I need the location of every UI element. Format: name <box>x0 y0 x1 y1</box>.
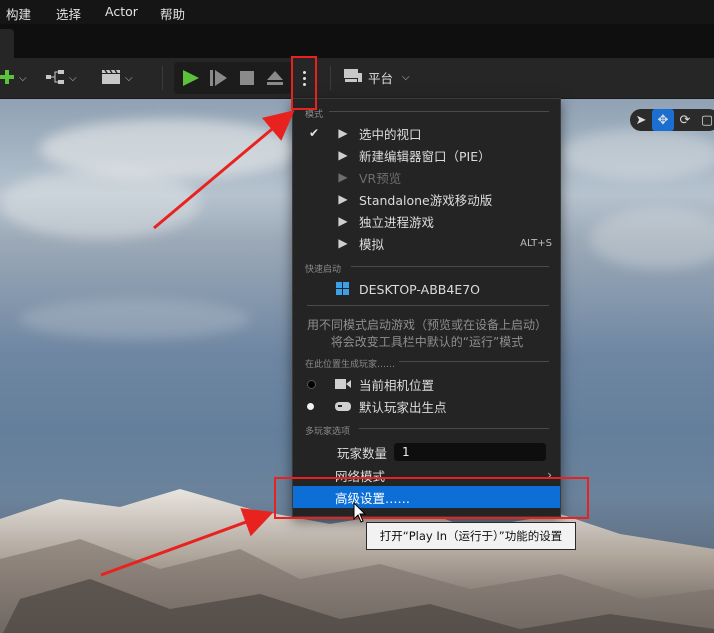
toolbar-divider <box>330 66 331 90</box>
menu-item-default-player-start[interactable]: 默认玩家出生点 <box>293 395 560 417</box>
menu-actor[interactable]: Actor <box>105 4 138 19</box>
menu-item-current-camera[interactable]: 当前相机位置 <box>293 373 560 395</box>
platform-label: 平台 <box>368 71 394 86</box>
camera-icon <box>335 376 351 392</box>
cinematics-icon <box>102 69 122 88</box>
cinematics-button[interactable]: ⌵ <box>102 68 133 88</box>
menu-bar: 构建 选择 Actor 帮助 <box>0 0 714 24</box>
players-label: 玩家数量 <box>337 445 388 461</box>
chevron-down-icon: ⌵ <box>125 72 133 84</box>
play-icon[interactable] <box>182 70 200 89</box>
play-options-menu: 模式 ✔ ▶ 选中的视口 ▶ 新建编辑器窗口（PIE） ▶ VR预览 ▶ Sta… <box>292 98 561 517</box>
chevron-down-icon: ⌵ <box>19 72 27 84</box>
annotation-box-more-options <box>291 56 317 110</box>
play-mode-hint: 用不同模式启动游戏（预览或在设备上启动）将会改变工具栏中默认的“运行”模式 <box>307 318 548 349</box>
number-of-players-input[interactable]: 1 <box>394 443 546 461</box>
windows-device-icon <box>335 281 351 297</box>
move-mode-icon[interactable]: ✥ <box>652 109 674 131</box>
vr-play-icon: ▶ <box>338 170 348 184</box>
divider <box>399 361 549 362</box>
select-mode-icon[interactable]: ➤ <box>630 109 652 131</box>
eject-icon[interactable] <box>266 70 284 89</box>
menu-item-vr-preview: ▶ VR预览 <box>293 166 560 188</box>
menu-item-label: 模拟 <box>359 236 385 252</box>
menu-item-quick-launch-device[interactable]: DESKTOP-ABB4E7O <box>293 278 560 300</box>
simulate-icon: ▶ <box>338 236 348 250</box>
divider <box>359 428 549 429</box>
cloud <box>0 169 200 239</box>
menu-item-label: 新建编辑器窗口（PIE） <box>359 148 491 164</box>
gamepad-icon <box>335 398 351 414</box>
menu-item-label: 独立进程游戏 <box>359 214 435 230</box>
divider <box>351 266 549 267</box>
cloud <box>20 299 250 339</box>
section-header-multiplayer: 多玩家选项 <box>305 427 351 437</box>
standalone-play-icon: ▶ <box>338 214 348 228</box>
menu-item-standalone-game[interactable]: ▶ 独立进程游戏 <box>293 210 560 232</box>
new-window-play-icon: ▶ <box>338 148 348 162</box>
menu-item-label: DESKTOP-ABB4E7O <box>359 281 481 297</box>
rotate-mode-icon[interactable]: ⟳ <box>674 109 696 131</box>
platform-button[interactable]: 平台 ⌵ <box>344 68 410 87</box>
level-tab[interactable] <box>0 29 14 58</box>
menu-item-selected-viewport[interactable]: ✔ ▶ 选中的视口 <box>293 122 560 144</box>
divider <box>307 305 549 306</box>
cloud <box>590 209 714 269</box>
add-actor-button[interactable]: ⌵ <box>0 68 27 88</box>
tab-strip <box>0 24 714 58</box>
checkmark-icon: ✔ <box>309 126 320 140</box>
divider <box>329 111 549 112</box>
menu-select[interactable]: 选择 <box>56 4 81 23</box>
annotation-box-advanced-settings <box>274 477 589 519</box>
section-header-spawn: 在此位置生成玩家…… <box>305 360 396 370</box>
tooltip: 打开“Play In（运行于）”功能的设置 <box>366 522 576 550</box>
viewport-play-icon: ▶ <box>338 126 348 140</box>
scale-mode-icon[interactable]: ▢ <box>696 109 714 131</box>
add-actor-icon <box>0 69 16 88</box>
cloud <box>560 129 714 179</box>
blueprint-icon <box>46 69 66 88</box>
menu-help[interactable]: 帮助 <box>160 4 185 23</box>
menu-item-label: VR预览 <box>359 170 402 186</box>
skip-frame-icon[interactable] <box>210 70 228 89</box>
menu-item-simulate[interactable]: ▶ 模拟 ALT+S <box>293 232 560 254</box>
section-header-quick-launch: 快速启动 <box>305 265 342 275</box>
shortcut-label: ALT+S <box>520 237 552 249</box>
menu-item-label: Standalone游戏移动版 <box>359 192 493 208</box>
stop-icon[interactable] <box>240 71 254 88</box>
transform-tools: ➤ ✥ ⟳ ▢ <box>630 109 714 131</box>
menu-item-standalone-mobile[interactable]: ▶ Standalone游戏移动版 <box>293 188 560 210</box>
chevron-down-icon: ⌵ <box>402 72 410 83</box>
menu-build[interactable]: 构建 <box>6 4 31 23</box>
radio-selected-icon <box>307 402 314 410</box>
menu-item-label: 默认玩家出生点 <box>359 399 447 415</box>
chevron-down-icon: ⌵ <box>69 72 77 84</box>
radio-unselected-icon <box>307 379 316 389</box>
play-controls <box>174 62 292 94</box>
menu-item-label: 当前相机位置 <box>359 377 435 393</box>
main-toolbar: ⌵ ⌵ ⌵ 平台 ⌵ <box>0 58 714 99</box>
toolbar-divider <box>162 66 163 90</box>
blueprint-button[interactable]: ⌵ <box>46 68 77 88</box>
platform-icon <box>344 68 362 87</box>
mobile-play-icon: ▶ <box>338 192 348 206</box>
menu-item-label: 选中的视口 <box>359 126 422 142</box>
menu-item-new-editor-window[interactable]: ▶ 新建编辑器窗口（PIE） <box>293 144 560 166</box>
